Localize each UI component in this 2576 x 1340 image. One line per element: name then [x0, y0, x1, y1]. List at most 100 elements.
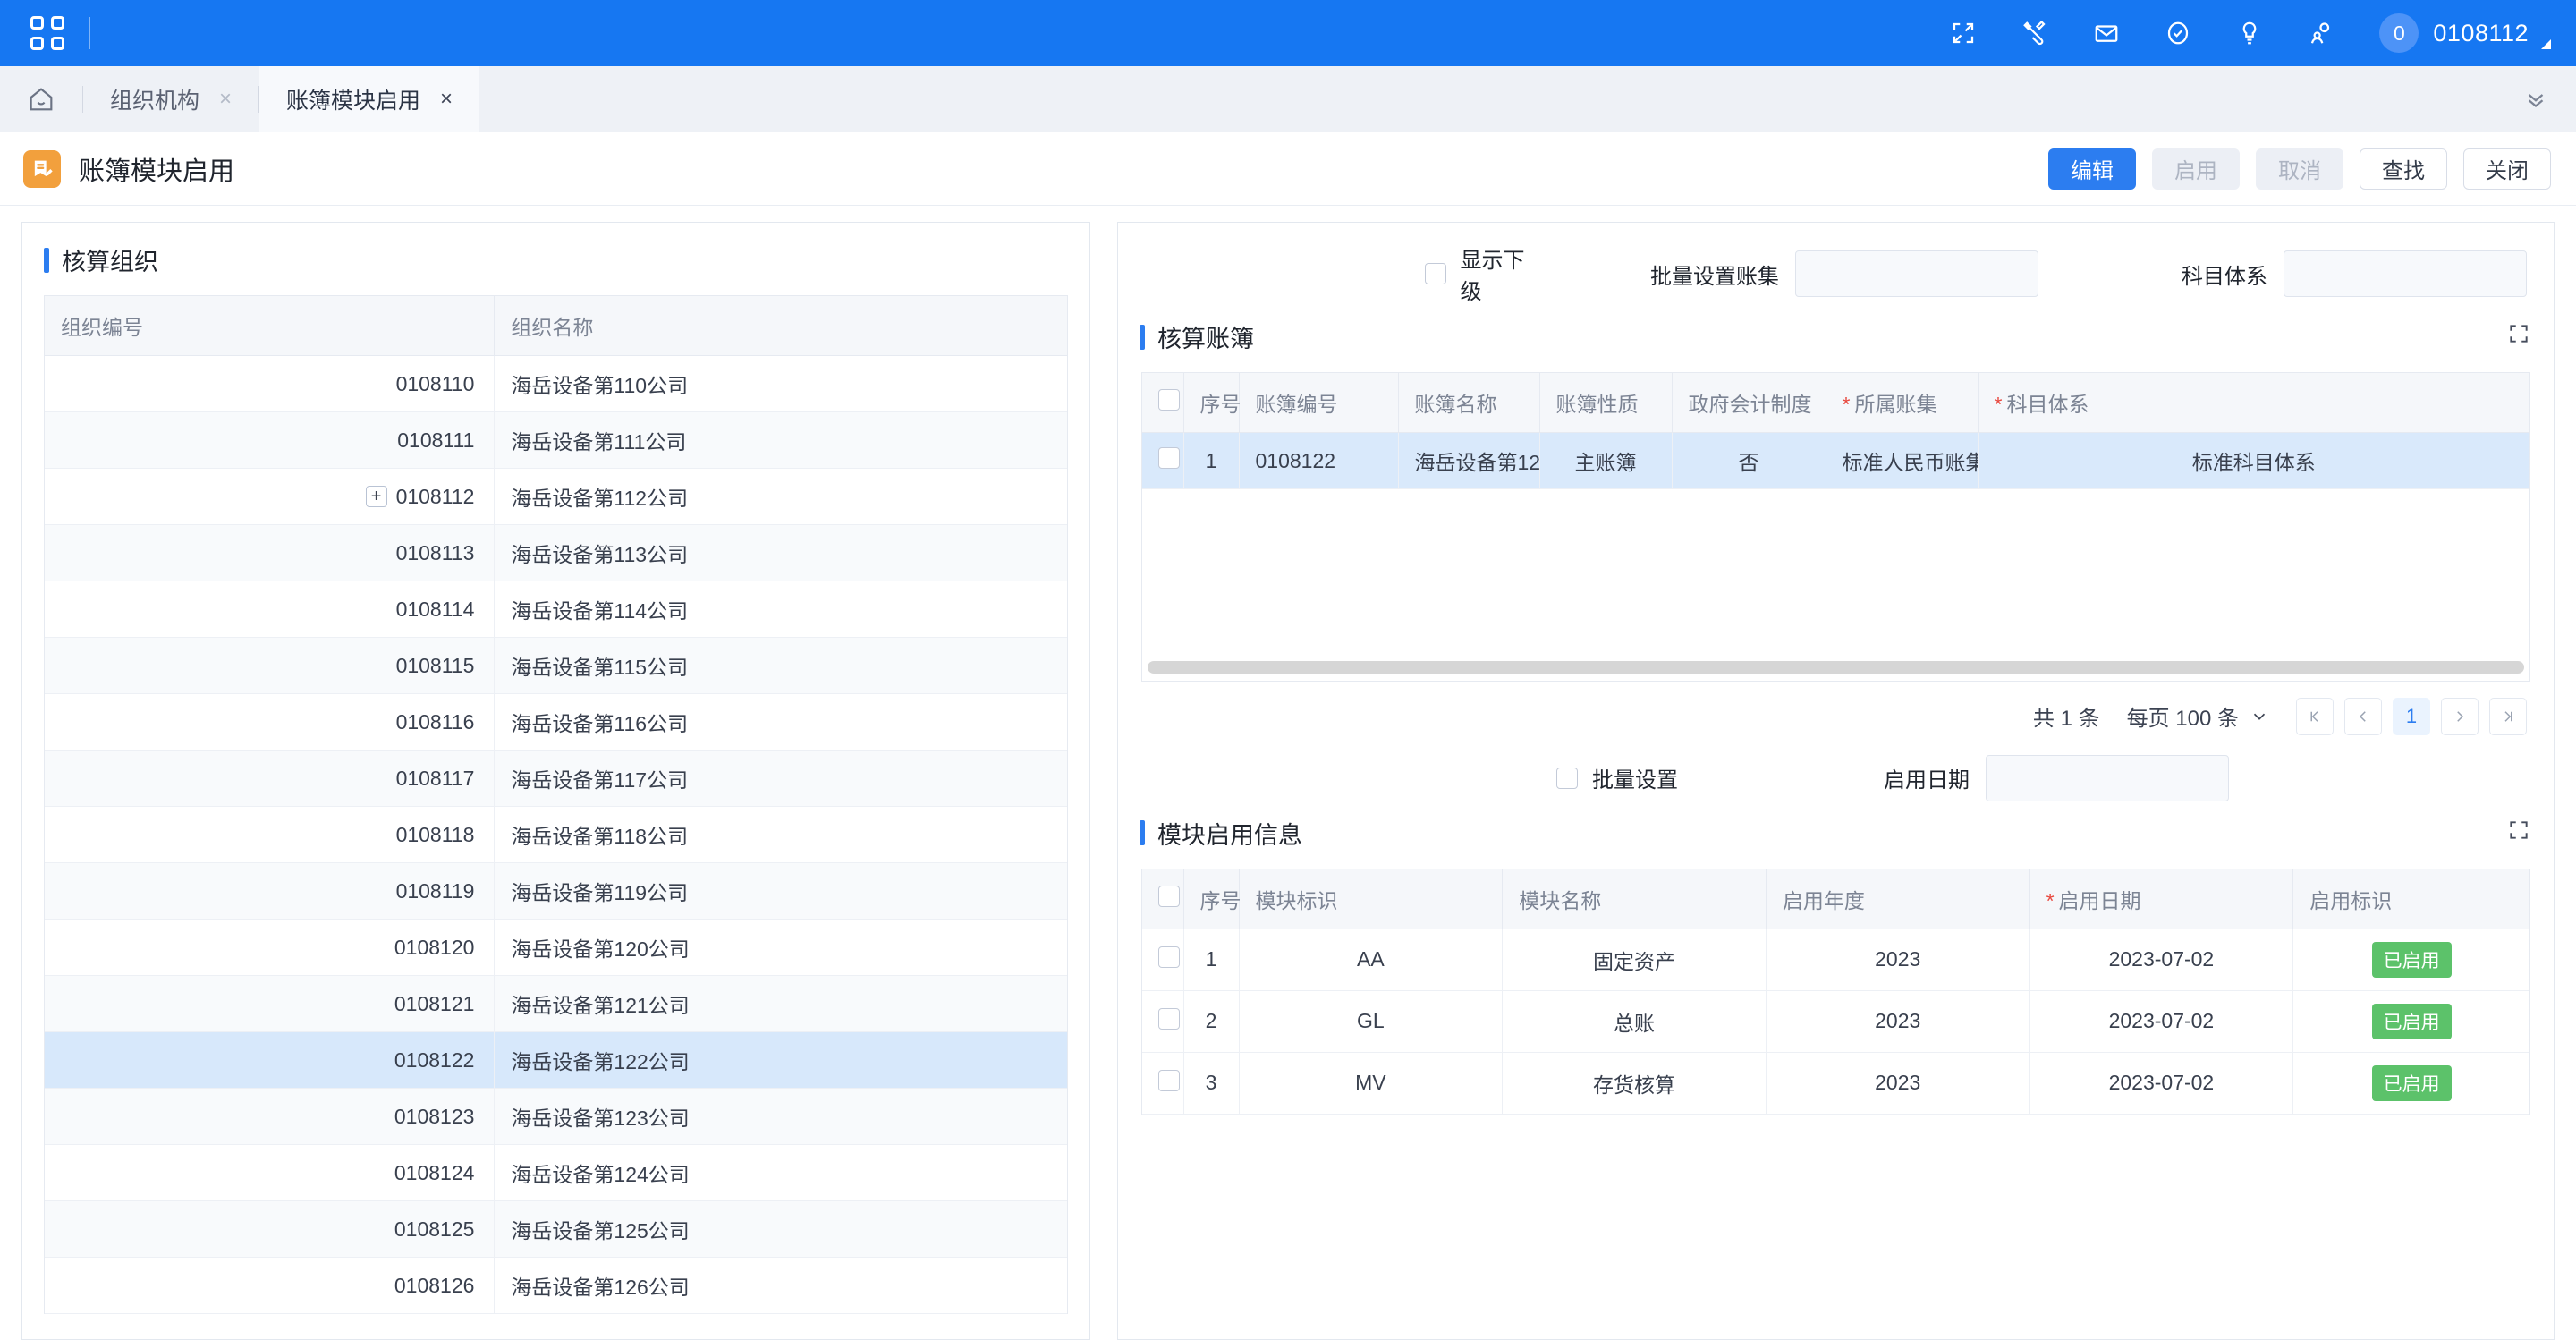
tab-ledger-module-enable[interactable]: 账簿模块启用 × [259, 66, 480, 132]
ledger-col-nature[interactable]: 账簿性质 [1539, 373, 1673, 433]
table-row[interactable]: 0108125 海岳设备第125公司 [45, 1200, 1067, 1258]
table-row[interactable]: +0108112 海岳设备第112公司 [45, 468, 1067, 525]
ledger-subject-system-cell: 标准科目体系 [1978, 432, 2529, 489]
expand-corners-icon[interactable] [2507, 322, 2554, 352]
lightbulb-icon[interactable] [2233, 16, 2267, 50]
table-row[interactable]: 0108117 海岳设备第117公司 [45, 750, 1067, 807]
close-icon[interactable]: × [219, 87, 232, 112]
module-col-date[interactable]: * 启用日期 [2029, 869, 2294, 929]
home-icon[interactable] [0, 66, 82, 132]
module-col-select-all[interactable] [1142, 869, 1184, 929]
expand-corners-icon[interactable] [2507, 818, 2554, 848]
ledger-pagination: 共 1 条 每页 100 条 1 [1118, 682, 2554, 750]
module-col-status[interactable]: 启用标识 [2292, 869, 2529, 929]
ledger-col-select-all[interactable] [1142, 373, 1184, 433]
ledger-col-code[interactable]: 账簿编号 [1239, 373, 1399, 433]
ledger-col-gov-system[interactable]: 政府会计制度 [1672, 373, 1826, 433]
edit-button[interactable]: 编辑 [2048, 148, 2136, 190]
enable-date-input[interactable] [1986, 754, 2229, 801]
org-code-cell: 0108114 [45, 581, 496, 638]
enable-button[interactable]: 启用 [2152, 148, 2240, 190]
close-icon[interactable]: × [440, 87, 453, 112]
ledger-col-name[interactable]: 账簿名称 [1398, 373, 1540, 433]
org-code-cell: 0108115 [45, 637, 496, 694]
module-col-name[interactable]: 模块名称 [1502, 869, 1767, 929]
ledger-col-ledger-set[interactable]: * 所属账集 [1826, 373, 1979, 433]
batch-set-ledgerset-input[interactable] [1795, 250, 2038, 297]
page-last-button[interactable] [2489, 697, 2527, 735]
page-prev-button[interactable] [2344, 697, 2382, 735]
close-button[interactable]: 关闭 [2463, 148, 2551, 190]
search-button[interactable]: 查找 [2360, 148, 2447, 190]
org-name-cell: 海岳设备第115公司 [494, 637, 1067, 694]
ledger-table: 序号 账簿编号 账簿名称 账簿性质 政府会计制度 * 所属账集 * 科目体系 1 01… [1142, 373, 2529, 661]
show-children-checkbox[interactable] [1424, 263, 1446, 284]
table-row[interactable]: 0108120 海岳设备第120公司 [45, 919, 1067, 976]
table-row[interactable]: 2 GL 总账 2023 2023-07-02 已启用 [1142, 990, 2529, 1053]
table-row[interactable]: 0108124 海岳设备第124公司 [45, 1144, 1067, 1201]
table-row[interactable]: 0108118 海岳设备第118公司 [45, 806, 1067, 863]
expand-node-icon[interactable]: + [365, 486, 387, 507]
user-menu[interactable]: 0 0108112 [2379, 13, 2551, 53]
table-row[interactable]: 0108110 海岳设备第110公司 [45, 355, 1067, 412]
table-row[interactable]: 0108121 海岳设备第121公司 [45, 975, 1067, 1032]
chevron-double-down-icon[interactable] [2522, 66, 2549, 132]
tab-organization[interactable]: 组织机构 × [83, 66, 258, 132]
select-all-checkbox[interactable] [1158, 389, 1180, 411]
page-size-select[interactable]: 每页 100 条 [2127, 700, 2269, 732]
subject-system-input[interactable] [2284, 250, 2527, 297]
row-checkbox[interactable] [1158, 946, 1180, 968]
org-col-code[interactable]: 组织编号 [45, 296, 496, 356]
module-col-seq[interactable]: 序号 [1183, 869, 1241, 929]
table-row[interactable]: 10108122海岳设备第12...主账簿否标准人民币账集标准科目体系 [1142, 432, 2529, 489]
table-row[interactable]: 0108123 海岳设备第123公司 [45, 1088, 1067, 1145]
page-next-button[interactable] [2441, 697, 2479, 735]
row-checkbox[interactable] [1158, 447, 1180, 469]
batch-set-checkbox-group[interactable]: 批量设置 [1556, 762, 1678, 793]
org-code-cell: 0108116 [45, 693, 496, 751]
enable-date-field: 启用日期 [1884, 754, 2229, 801]
table-row[interactable]: 0108115 海岳设备第115公司 [45, 637, 1067, 694]
org-code-cell: 0108126 [45, 1257, 496, 1314]
table-row[interactable]: 3 MV 存货核算 2023 2023-07-02 已启用 [1142, 1052, 2529, 1115]
scrollbar-thumb[interactable] [1148, 660, 2524, 674]
apps-grid-icon[interactable] [30, 16, 64, 50]
page-number-1[interactable]: 1 [2393, 697, 2430, 735]
ledger-horizontal-scrollbar[interactable] [1148, 660, 2524, 674]
org-code-text: 0108119 [395, 878, 475, 903]
ledger-col-seq[interactable]: 序号 [1183, 373, 1241, 433]
mail-icon[interactable] [2089, 16, 2123, 50]
show-children-checkbox-group[interactable]: 显示下级 [1424, 242, 1534, 305]
org-name-cell: 海岳设备第123公司 [494, 1088, 1067, 1145]
row-checkbox[interactable] [1158, 1007, 1180, 1030]
module-col-date-label: 启用日期 [2058, 888, 2141, 912]
module-panel-title: 模块启用信息 [1157, 821, 1302, 849]
org-col-name[interactable]: 组织名称 [494, 296, 1067, 356]
pagination-buttons: 1 [2296, 697, 2527, 735]
row-checkbox-cell [1142, 432, 1184, 489]
table-row[interactable]: 0108122 海岳设备第122公司 [45, 1031, 1067, 1089]
table-row[interactable]: 1 AA 固定资产 2023 2023-07-02 已启用 [1142, 929, 2529, 991]
select-all-checkbox[interactable] [1158, 885, 1180, 907]
table-row[interactable]: 0108116 海岳设备第116公司 [45, 693, 1067, 751]
table-row[interactable]: 0108126 海岳设备第126公司 [45, 1257, 1067, 1314]
batch-set-ledgerset-field: 批量设置账集 [1650, 250, 2038, 297]
enable-date-label: 启用日期 [1884, 768, 1970, 793]
table-row[interactable]: 0108111 海岳设备第111公司 [45, 411, 1067, 469]
page-first-button[interactable] [2296, 697, 2334, 735]
check-circle-icon[interactable] [2161, 16, 2195, 50]
org-code-text: 0108114 [395, 597, 475, 621]
row-checkbox[interactable] [1158, 1069, 1180, 1091]
table-row[interactable]: 0108119 海岳设备第119公司 [45, 862, 1067, 920]
ledger-col-subject-system[interactable]: * 科目体系 [1978, 373, 2529, 433]
module-col-year[interactable]: 启用年度 [1766, 869, 2030, 929]
module-col-id[interactable]: 模块标识 [1239, 869, 1504, 929]
cancel-button[interactable]: 取消 [2256, 148, 2343, 190]
module-status-cell: 已启用 [2292, 929, 2529, 991]
table-row[interactable]: 0108114 海岳设备第114公司 [45, 581, 1067, 638]
tools-icon[interactable] [2018, 16, 2052, 50]
batch-set-checkbox[interactable] [1556, 767, 1578, 789]
fullscreen-icon[interactable] [1946, 16, 1980, 50]
user-search-icon[interactable] [2304, 16, 2338, 50]
table-row[interactable]: 0108113 海岳设备第113公司 [45, 524, 1067, 581]
